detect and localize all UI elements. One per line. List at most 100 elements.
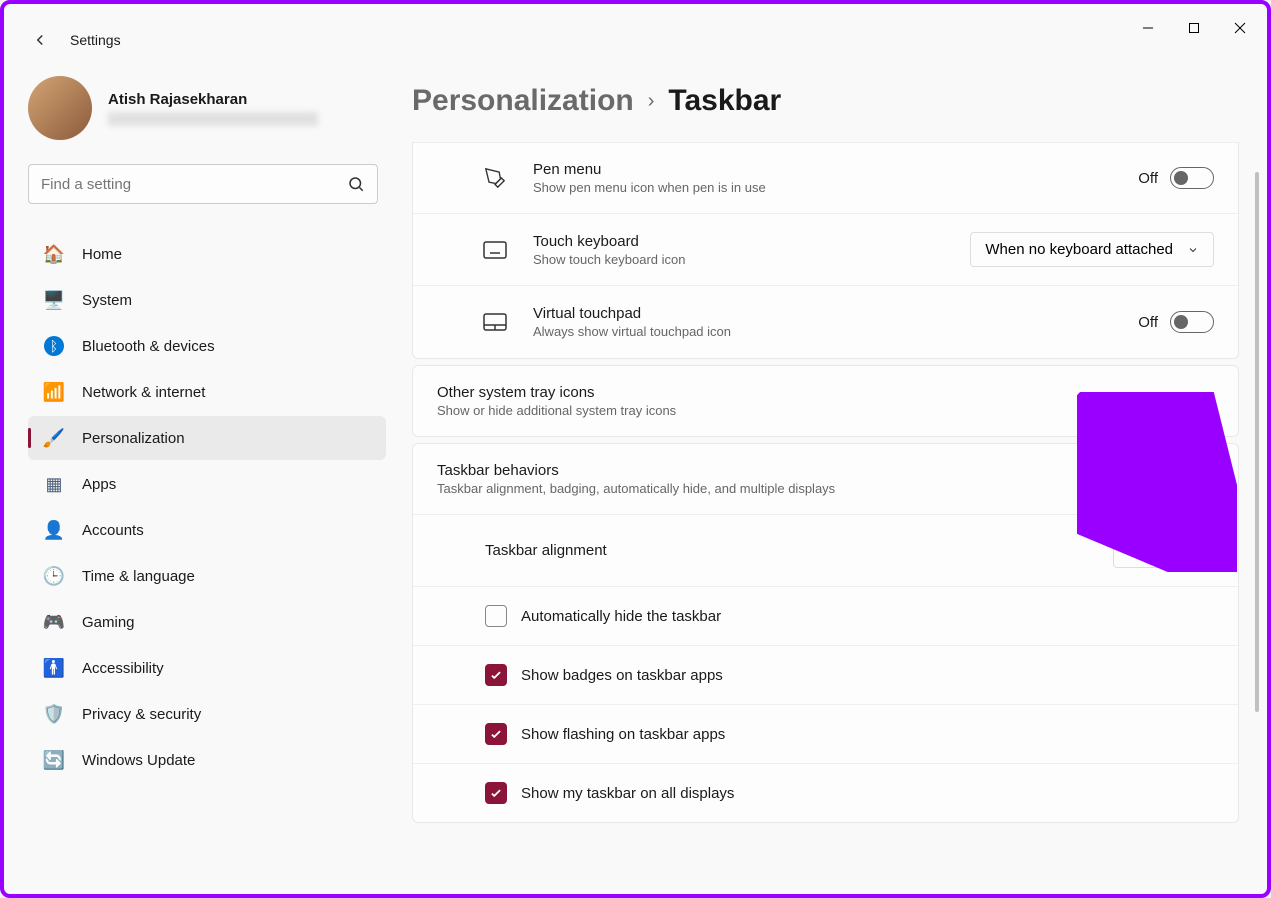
taskbar-alignment-dropdown[interactable]: Center: [1113, 533, 1214, 568]
content: Personalization › Taskbar Pen menu Show …: [394, 52, 1267, 894]
search-box[interactable]: [28, 164, 378, 204]
sidebar-item-system[interactable]: 🖥️ System: [28, 278, 386, 322]
sidebar-item-label: Network & internet: [82, 384, 205, 401]
flashing-checkbox[interactable]: [485, 723, 507, 745]
chevron-up-icon: [1202, 473, 1214, 485]
chevron-down-icon: [1187, 545, 1199, 557]
avatar: [28, 76, 92, 140]
setting-row-pen-menu: Pen menu Show pen menu icon when pen is …: [413, 142, 1238, 214]
profile[interactable]: Atish Rajasekharan: [28, 76, 386, 140]
keyboard-icon: [477, 238, 513, 262]
badges-checkbox[interactable]: [485, 664, 507, 686]
section-title: Taskbar behaviors: [437, 462, 1202, 479]
sidebar-item-accessibility[interactable]: 🚹 Accessibility: [28, 646, 386, 690]
section-subtitle: Taskbar alignment, badging, automaticall…: [437, 481, 1202, 496]
taskbar-behaviors-section: Taskbar behaviors Taskbar alignment, bad…: [412, 443, 1239, 823]
back-button[interactable]: [28, 28, 52, 52]
sidebar-item-label: Accessibility: [82, 660, 164, 677]
maximize-button[interactable]: [1171, 12, 1217, 44]
all-displays-checkbox[interactable]: [485, 782, 507, 804]
other-system-tray-section[interactable]: Other system tray icons Show or hide add…: [412, 365, 1239, 437]
setting-subtitle: Show pen menu icon when pen is in use: [533, 180, 1138, 195]
virtual-touchpad-toggle[interactable]: [1170, 311, 1214, 333]
system-tray-icons-group: Pen menu Show pen menu icon when pen is …: [412, 142, 1239, 359]
setting-row-taskbar-alignment: Taskbar alignment Center: [413, 514, 1238, 586]
sidebar-item-personalization[interactable]: 🖌️ Personalization: [28, 416, 386, 460]
network-icon: 📶: [44, 382, 64, 402]
touch-keyboard-dropdown[interactable]: When no keyboard attached: [970, 232, 1214, 267]
privacy-icon: 🛡️: [44, 704, 64, 724]
sidebar-item-label: System: [82, 292, 132, 309]
update-icon: 🔄: [44, 750, 64, 770]
system-icon: 🖥️: [44, 290, 64, 310]
checkbox-label: Show badges on taskbar apps: [521, 667, 723, 684]
scrollbar[interactable]: [1255, 172, 1259, 732]
apps-icon: ▦: [44, 474, 64, 494]
sidebar-item-label: Home: [82, 246, 122, 263]
checkbox-label: Show my taskbar on all displays: [521, 785, 734, 802]
profile-email-redacted: [108, 112, 318, 126]
pen-menu-toggle[interactable]: [1170, 167, 1214, 189]
pen-icon: [477, 166, 513, 190]
sidebar-item-label: Personalization: [82, 430, 185, 447]
breadcrumb-parent[interactable]: Personalization: [412, 84, 634, 118]
sidebar-item-time-language[interactable]: 🕒 Time & language: [28, 554, 386, 598]
close-button[interactable]: [1217, 12, 1263, 44]
gaming-icon: 🎮: [44, 612, 64, 632]
toggle-state-label: Off: [1138, 170, 1158, 187]
setting-title: Pen menu: [533, 161, 1138, 178]
sidebar-item-label: Gaming: [82, 614, 135, 631]
taskbar-behaviors-header[interactable]: Taskbar behaviors Taskbar alignment, bad…: [413, 444, 1238, 514]
time-language-icon: 🕒: [44, 566, 64, 586]
bluetooth-icon: ᛒ: [44, 336, 64, 356]
auto-hide-checkbox[interactable]: [485, 605, 507, 627]
dropdown-value: Center: [1128, 542, 1173, 559]
sidebar-item-label: Privacy & security: [82, 706, 201, 723]
setting-row-all-displays: Show my taskbar on all displays: [413, 763, 1238, 822]
chevron-right-icon: ›: [648, 90, 655, 113]
chevron-down-icon: [1187, 244, 1199, 256]
setting-row-auto-hide: Automatically hide the taskbar: [413, 586, 1238, 645]
sidebar-item-label: Time & language: [82, 568, 195, 585]
setting-row-badges: Show badges on taskbar apps: [413, 645, 1238, 704]
sidebar: Atish Rajasekharan 🏠 Home 🖥️ System ᛒ Bluet…: [4, 52, 394, 894]
setting-title: Touch keyboard: [533, 233, 970, 250]
setting-subtitle: Always show virtual touchpad icon: [533, 324, 1138, 339]
sidebar-item-gaming[interactable]: 🎮 Gaming: [28, 600, 386, 644]
checkbox-label: Show flashing on taskbar apps: [521, 726, 725, 743]
sidebar-item-privacy[interactable]: 🛡️ Privacy & security: [28, 692, 386, 736]
sidebar-item-home[interactable]: 🏠 Home: [28, 232, 386, 276]
touchpad-icon: [477, 310, 513, 334]
search-icon: [347, 175, 365, 193]
dropdown-value: When no keyboard attached: [985, 241, 1173, 258]
sidebar-item-bluetooth[interactable]: ᛒ Bluetooth & devices: [28, 324, 386, 368]
breadcrumb: Personalization › Taskbar: [412, 84, 1239, 118]
accessibility-icon: 🚹: [44, 658, 64, 678]
setting-subtitle: Show touch keyboard icon: [533, 252, 970, 267]
setting-row-flashing: Show flashing on taskbar apps: [413, 704, 1238, 763]
setting-row-virtual-touchpad: Virtual touchpad Always show virtual tou…: [413, 286, 1238, 358]
minimize-button[interactable]: [1125, 12, 1171, 44]
toggle-state-label: Off: [1138, 314, 1158, 331]
home-icon: 🏠: [44, 244, 64, 264]
sidebar-item-label: Bluetooth & devices: [82, 338, 215, 355]
setting-row-touch-keyboard: Touch keyboard Show touch keyboard icon …: [413, 214, 1238, 286]
sidebar-item-label: Windows Update: [82, 752, 195, 769]
personalization-icon: 🖌️: [44, 428, 64, 448]
search-input[interactable]: [41, 176, 347, 193]
chevron-down-icon: [1202, 395, 1214, 407]
profile-name: Atish Rajasekharan: [108, 91, 318, 108]
setting-title: Taskbar alignment: [485, 542, 607, 559]
sidebar-item-apps[interactable]: ▦Apps: [28, 462, 386, 506]
setting-title: Virtual touchpad: [533, 305, 1138, 322]
sidebar-item-network[interactable]: 📶 Network & internet: [28, 370, 386, 414]
section-title: Other system tray icons: [437, 384, 1202, 401]
app-title: Settings: [70, 32, 121, 48]
titlebar: Settings: [4, 4, 1267, 52]
sidebar-item-accounts[interactable]: 👤 Accounts: [28, 508, 386, 552]
section-subtitle: Show or hide additional system tray icon…: [437, 403, 1202, 418]
sidebar-item-windows-update[interactable]: 🔄 Windows Update: [28, 738, 386, 782]
sidebar-item-label: Accounts: [82, 522, 144, 539]
accounts-icon: 👤: [44, 520, 64, 540]
breadcrumb-current: Taskbar: [668, 84, 781, 118]
